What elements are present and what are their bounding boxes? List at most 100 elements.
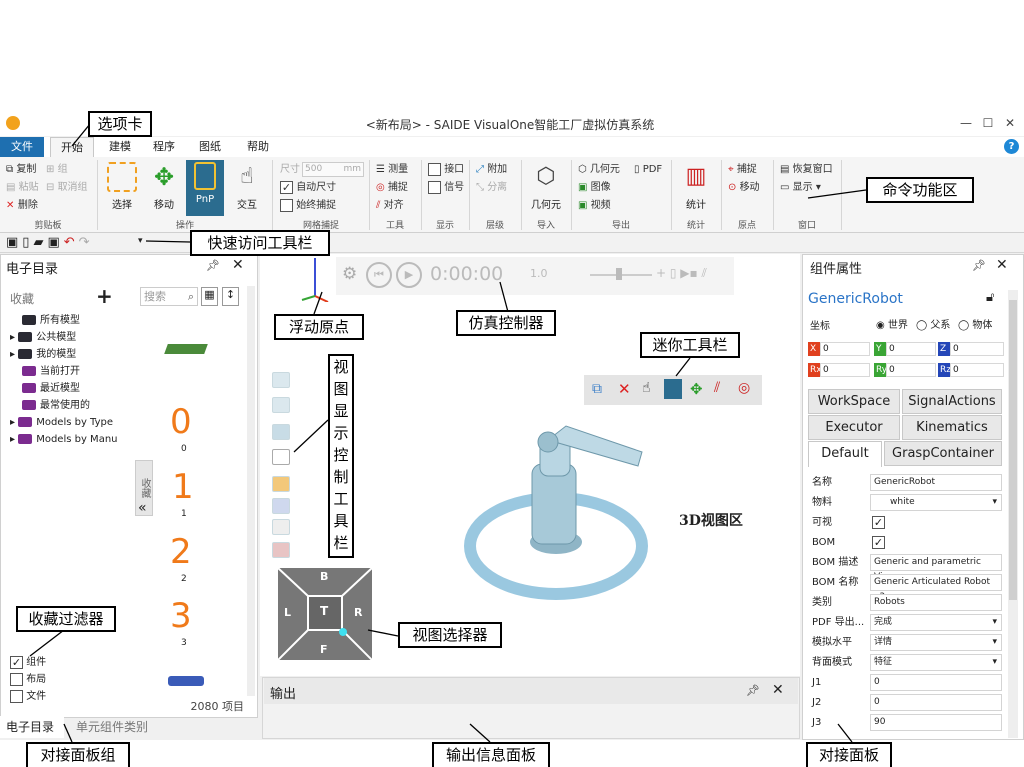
ungroup-button[interactable]: ⊟ 取消组 xyxy=(46,180,88,196)
close-panel-icon[interactable]: ✕ xyxy=(232,257,244,273)
render-mode-icon[interactable] xyxy=(272,476,290,492)
align-button[interactable]: ⫽ 对齐 xyxy=(376,198,404,214)
origin-snap-button[interactable]: ⌖ 捕捉 xyxy=(728,162,757,178)
snap-button[interactable]: ◎ 捕捉 xyxy=(376,180,408,196)
speed-slider-handle[interactable] xyxy=(616,268,622,280)
expand-icon[interactable]: ▸ xyxy=(10,332,18,343)
tab-kinematics[interactable]: Kinematics xyxy=(902,415,1002,440)
property-value-field[interactable]: GenericRobot xyxy=(870,474,1002,491)
feeder-thumbnail[interactable] xyxy=(168,676,204,686)
interact-button[interactable]: ☝ 交互 xyxy=(230,162,264,211)
save-as-icon[interactable]: ▣ xyxy=(47,235,63,250)
export-pdf-button[interactable]: ▯ PDF xyxy=(634,162,662,178)
add-favorite-icon[interactable]: + xyxy=(96,284,113,308)
zoom-box-icon[interactable] xyxy=(272,424,290,440)
sim-extra-icons[interactable]: + ▯ ▶▪ ⫽ xyxy=(656,266,707,281)
show-signal-checkbox[interactable]: 信号 xyxy=(428,180,464,196)
delete-icon[interactable]: ✕ xyxy=(618,380,631,398)
detach-button[interactable]: ⤡ 分离 xyxy=(476,180,507,196)
tab-help[interactable]: 帮助 xyxy=(238,137,278,157)
tab-grasp-container[interactable]: GraspContainer xyxy=(884,441,1002,466)
pin-icon[interactable]: 📌︎ xyxy=(206,259,220,272)
catalog-scrollbar[interactable] xyxy=(247,286,255,696)
measure-button[interactable]: ☰ 测量 xyxy=(376,162,408,178)
tab-home[interactable]: 开始 xyxy=(50,137,94,157)
show-interface-checkbox[interactable]: 接口 xyxy=(428,162,464,178)
property-value-field[interactable]: 90 xyxy=(870,714,1002,731)
property-value-field[interactable]: Robots xyxy=(870,594,1002,611)
chevron-down-icon[interactable]: ▾ xyxy=(992,495,997,510)
move-button[interactable]: ✥ 移动 xyxy=(146,162,182,211)
close-button[interactable]: ✕ xyxy=(1000,116,1020,130)
delete-button[interactable]: ✕ 删除 xyxy=(6,198,38,214)
tab-default[interactable]: Default xyxy=(808,441,882,467)
property-dropdown[interactable]: white ▾ xyxy=(870,494,1002,511)
floating-origin-icon[interactable] xyxy=(300,256,330,302)
grid-size-input[interactable]: 500 mm xyxy=(302,162,364,177)
axis-value-field[interactable]: 0 xyxy=(820,342,870,356)
chevron-down-icon[interactable]: ▾ xyxy=(992,635,997,650)
tree-item[interactable]: ▸ Models by Type xyxy=(10,414,134,431)
axis-value-field[interactable]: 0 xyxy=(886,363,936,377)
new-icon[interactable]: ▯ xyxy=(22,235,33,250)
tab-drawing[interactable]: 图纸 xyxy=(190,137,230,157)
paste-button[interactable]: ▤ 粘贴 xyxy=(6,180,39,196)
coord-parent-radio[interactable]: ◯ 父系 xyxy=(916,316,950,331)
help-icon[interactable]: ? xyxy=(1004,139,1019,154)
properties-scrollbar-thumb[interactable] xyxy=(1009,300,1017,600)
statistics-button[interactable]: ▥ 统计 xyxy=(678,162,714,211)
pnp-button[interactable]: PnP xyxy=(186,160,224,216)
tree-item[interactable]: ▸ 我的模型 xyxy=(10,346,134,363)
tab-signal-actions[interactable]: SignalActions xyxy=(902,389,1002,414)
restore-window-button[interactable]: ▤ 恢复窗口 xyxy=(780,162,833,178)
export-image-button[interactable]: ▣ 图像 xyxy=(578,180,611,196)
view-face-center[interactable]: T xyxy=(320,604,328,618)
align-icon[interactable]: ⫽ xyxy=(714,380,720,396)
origin-move-button[interactable]: ⊙ 移动 xyxy=(728,180,760,196)
expand-icon[interactable]: ▸ xyxy=(10,349,18,360)
axis-value-field[interactable]: 0 xyxy=(820,363,870,377)
view-face-bottom[interactable]: F xyxy=(320,643,328,656)
catalog-item-glyph[interactable]: 2 xyxy=(170,532,192,572)
filter-components[interactable]: ✓ 组件 xyxy=(10,654,46,671)
property-value-field[interactable]: Generic Articulated Robot v3 xyxy=(870,574,1002,602)
checkbox-unchecked[interactable] xyxy=(10,672,23,686)
export-geometry-button[interactable]: ⬡ 几何元 xyxy=(578,162,620,178)
attach-button[interactable]: ⤢ 附加 xyxy=(476,162,507,178)
tab-workspace[interactable]: WorkSpace xyxy=(808,389,900,414)
tab-file[interactable]: 文件 xyxy=(0,137,44,157)
redo-icon[interactable]: ↷ xyxy=(79,235,94,250)
axis-value-field[interactable]: 0 xyxy=(886,342,936,356)
catalog-item-glyph[interactable]: 1 xyxy=(172,467,194,507)
play-icon[interactable]: ▶ xyxy=(396,262,422,288)
fit-selection-icon[interactable] xyxy=(272,397,290,413)
group-button[interactable]: ⊞ 组 xyxy=(46,162,68,178)
pin-icon[interactable]: 📌︎ xyxy=(972,259,986,272)
conveyor-thumbnail[interactable] xyxy=(164,344,208,354)
rewind-icon[interactable]: ⏮ xyxy=(366,262,392,288)
snap-icon[interactable]: ◎ xyxy=(738,380,750,396)
show-dropdown-button[interactable]: ▭ 显示 ▾ xyxy=(780,180,821,196)
view-face-top[interactable]: B xyxy=(320,570,328,583)
always-snap-checkbox[interactable]: 始终捕捉 xyxy=(280,198,336,214)
catalog-item-glyph[interactable]: 0 xyxy=(170,402,192,442)
expand-icon[interactable]: ▸ xyxy=(10,434,18,445)
property-dropdown[interactable]: 特征 ▾ xyxy=(870,654,1002,671)
qat-customize-icon[interactable]: ▾ xyxy=(138,236,143,246)
axis-value-field[interactable]: 0 xyxy=(950,342,1004,356)
save-icon[interactable]: ▣ xyxy=(6,235,22,250)
import-geometry-button[interactable]: ⬡ 几何元 xyxy=(526,162,566,211)
maximize-button[interactable]: ☐ xyxy=(978,116,998,130)
tree-item[interactable]: 当前打开 xyxy=(10,363,134,380)
lock-icon[interactable]: 🔓︎ xyxy=(986,290,994,305)
projection-icon[interactable] xyxy=(272,498,290,514)
property-dropdown[interactable]: 详情 ▾ xyxy=(870,634,1002,651)
robot-model[interactable] xyxy=(460,404,650,604)
axis-value-field[interactable]: 0 xyxy=(950,363,1004,377)
open-icon[interactable]: ▰ xyxy=(33,235,47,250)
tab-component-categories[interactable]: 单元组件类别 xyxy=(76,716,148,738)
property-checkbox[interactable]: ✓ xyxy=(872,516,885,529)
expand-icon[interactable]: ▸ xyxy=(10,417,18,428)
catalog-item-glyph[interactable]: 3 xyxy=(170,596,192,636)
view-face-left[interactable]: L xyxy=(284,606,291,619)
